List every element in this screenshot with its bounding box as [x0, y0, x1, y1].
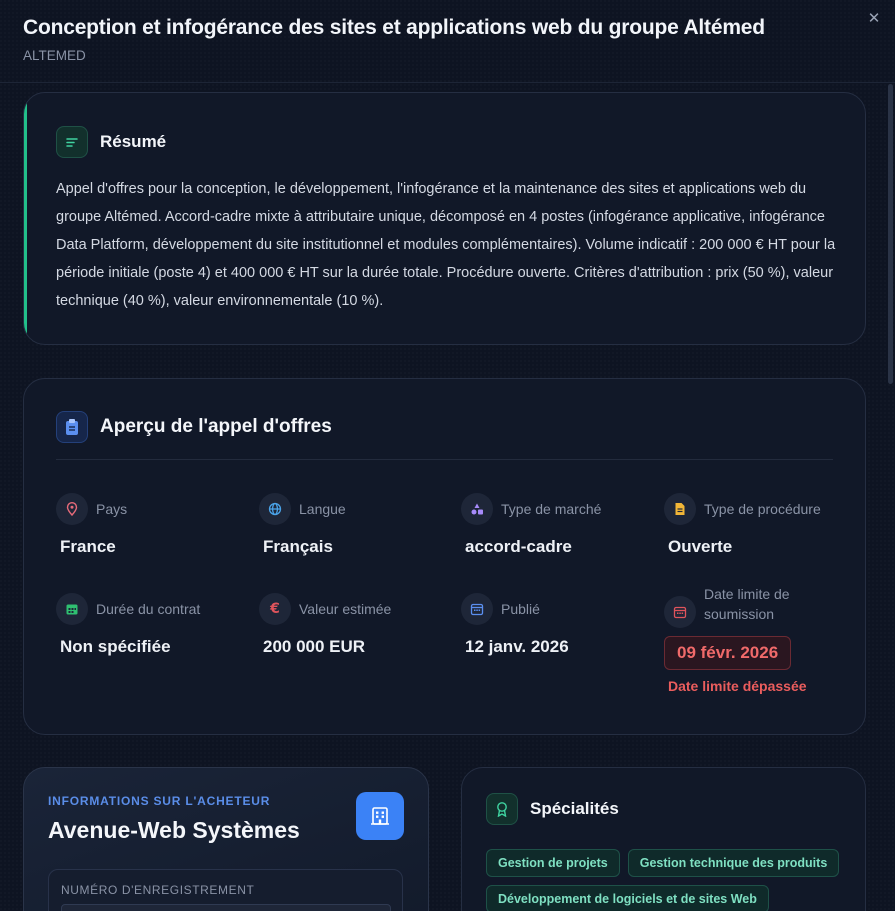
field-country: Pays France	[56, 493, 246, 557]
field-label: Valeur estimée	[299, 601, 392, 617]
shapes-icon	[461, 493, 493, 525]
field-procedure-type: Type de procédure Ouverte	[664, 493, 854, 557]
field-label: Date limite de soumission	[704, 586, 790, 622]
field-deadline: Date limite de soumission 09 févr. 2026 …	[664, 586, 844, 694]
specialties-title: Spécialités	[530, 799, 619, 818]
summary-title: Résumé	[100, 132, 167, 151]
field-market-type: Type de marché accord-cadre	[461, 493, 651, 557]
map-pin-icon	[56, 493, 88, 525]
specialty-tag[interactable]: Développement de logiciels et de sites W…	[486, 885, 769, 911]
overview-card: Aperçu de l'appel d'offres Pays France L…	[23, 378, 866, 735]
field-value: 12 janv. 2026	[465, 637, 569, 656]
globe-icon	[259, 493, 291, 525]
buyer-code: ALTEMED	[23, 48, 86, 63]
buyer-kicker: INFORMATIONS SUR L'ACHETEUR	[48, 794, 271, 808]
buyer-name: Avenue-Web Systèmes	[48, 817, 300, 843]
field-published: Publié 12 janv. 2026	[461, 593, 651, 657]
summary-text: Appel d'offres pour la conception, le dé…	[56, 181, 836, 309]
building-icon	[356, 792, 404, 840]
field-value: accord-cadre	[465, 537, 572, 556]
award-icon	[486, 793, 518, 825]
specialty-tag[interactable]: Gestion de projets	[486, 849, 620, 877]
buyer-card: INFORMATIONS SUR L'ACHETEUR Avenue-Web S…	[23, 767, 429, 911]
deadline-badge: 09 févr. 2026	[664, 636, 792, 670]
scrollbar[interactable]	[888, 84, 893, 384]
field-value: Non spécifiée	[60, 637, 171, 656]
specialties-header: Spécialités	[486, 793, 619, 825]
overview-title: Aperçu de l'appel d'offres	[100, 416, 332, 437]
calendar-grid-icon	[56, 593, 88, 625]
field-label: Durée du contrat	[96, 601, 201, 617]
deadline-passed-note: Date limite dépassée	[668, 678, 807, 694]
overview-divider	[56, 459, 833, 460]
field-label: Publié	[501, 601, 540, 617]
close-icon[interactable]: ✕	[865, 10, 883, 28]
modal-header: Conception et infogérance des sites et a…	[23, 16, 855, 63]
field-value: Français	[263, 537, 333, 556]
field-value: France	[60, 537, 116, 556]
clipboard-icon	[56, 411, 88, 443]
field-label: Type de marché	[501, 501, 602, 517]
registration-field[interactable]	[61, 904, 391, 911]
registration-box: NUMÉRO D'ENREGISTREMENT	[48, 869, 403, 911]
field-label: Pays	[96, 501, 128, 517]
field-contract-duration: Durée du contrat Non spécifiée	[56, 593, 246, 657]
tender-detail-modal: Conception et infogérance des sites et a…	[0, 0, 895, 911]
summary-accent-bar	[24, 93, 27, 344]
field-estimated-value: € Valeur estimée 200 000 EUR	[259, 593, 449, 657]
field-value: 200 000 EUR	[263, 637, 366, 656]
header-divider	[0, 82, 895, 83]
page-title: Conception et infogérance des sites et a…	[23, 16, 765, 39]
field-value: Ouverte	[668, 537, 733, 556]
field-label: Langue	[299, 501, 346, 517]
overview-header: Aperçu de l'appel d'offres	[56, 411, 332, 443]
text-lines-icon	[56, 126, 88, 158]
specialties-card: Spécialités Gestion de projets Gestion t…	[461, 767, 866, 911]
summary-card: Résumé Appel d'offres pour la conception…	[23, 92, 866, 345]
euro-icon: €	[259, 593, 291, 625]
document-icon	[664, 493, 696, 525]
specialty-tag[interactable]: Gestion technique des produits	[627, 849, 840, 877]
field-label: Type de procédure	[704, 501, 821, 517]
specialty-tags: Gestion de projets Gestion technique des…	[486, 849, 856, 911]
calendar-alert-icon	[664, 596, 696, 628]
registration-label: NUMÉRO D'ENREGISTREMENT	[61, 883, 255, 897]
calendar-icon	[461, 593, 493, 625]
summary-header: Résumé	[56, 126, 166, 158]
field-language: Langue Français	[259, 493, 449, 557]
